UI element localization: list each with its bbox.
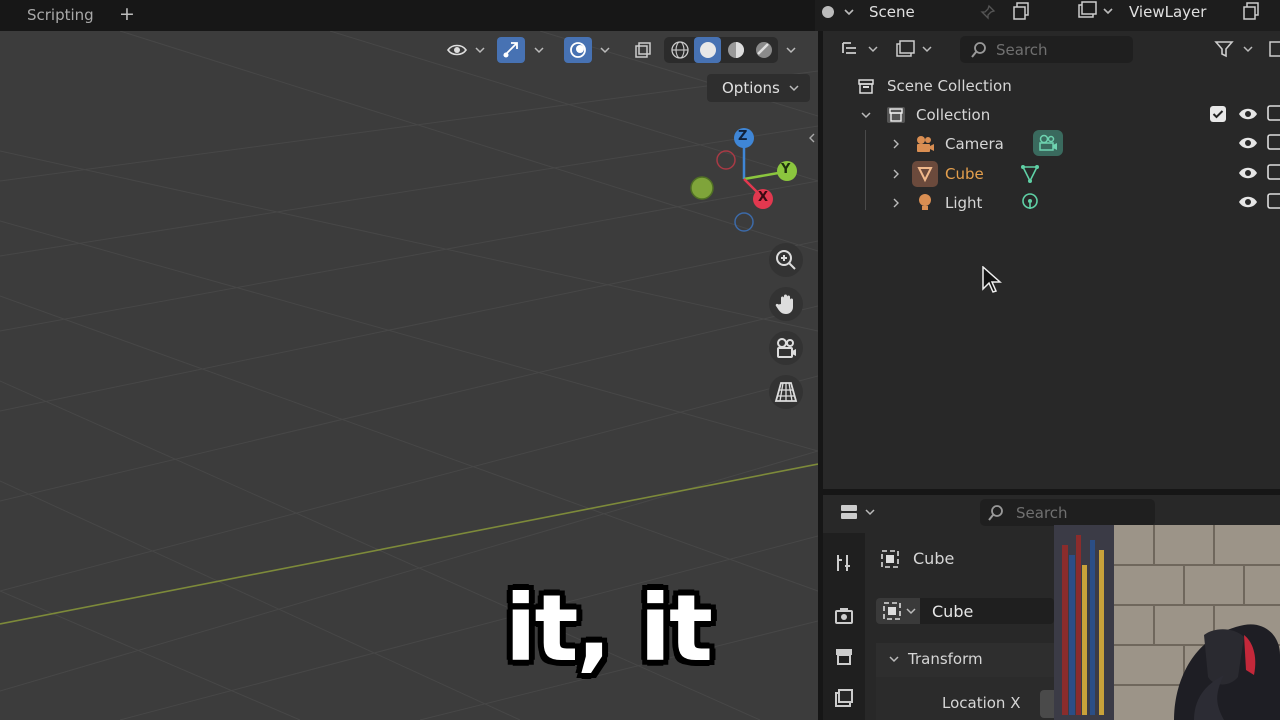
cube-expand-icon[interactable] <box>889 166 903 182</box>
properties-editor-type-icon[interactable] <box>836 499 880 525</box>
camera-view-icon[interactable] <box>769 331 803 365</box>
light-expand-icon[interactable] <box>889 195 903 211</box>
overlay-dropdown-icon[interactable] <box>596 40 614 60</box>
outliner-item-camera[interactable]: Camera <box>945 135 1004 153</box>
gizmo-y-label: Y <box>781 162 791 177</box>
light-icon <box>913 191 937 213</box>
render-tab-icon[interactable] <box>831 603 857 629</box>
camera-data-icon[interactable] <box>1033 130 1063 156</box>
properties-object-name: Cube <box>913 549 955 568</box>
scene-collection-label[interactable]: Scene Collection <box>887 77 1012 95</box>
zoom-icon[interactable] <box>769 243 803 277</box>
scene-selector-icon[interactable] <box>818 2 856 22</box>
view-layer-tab-icon[interactable] <box>831 685 857 711</box>
add-workspace-button[interactable]: + <box>119 3 135 25</box>
mesh-object-icon <box>912 161 938 187</box>
camera-visibility-eye-icon[interactable] <box>1237 133 1259 153</box>
gizmo-x-label: X <box>758 190 769 205</box>
scene-collection-icon <box>856 76 876 96</box>
properties-search-placeholder: Search <box>1016 503 1068 522</box>
overlay-toggle-icon[interactable] <box>564 37 592 63</box>
solid-shading-icon[interactable] <box>694 37 721 63</box>
collection-label[interactable]: Collection <box>916 106 990 124</box>
object-name-field[interactable]: Cube <box>920 598 1054 624</box>
shading-dropdown-icon[interactable] <box>782 40 800 60</box>
visibility-selector-icon[interactable] <box>445 38 487 62</box>
collection-visibility-eye-icon[interactable] <box>1237 104 1259 124</box>
cube-visibility-eye-icon[interactable] <box>1237 163 1259 183</box>
filter-icon[interactable] <box>1210 37 1258 61</box>
location-x-field[interactable] <box>1040 690 1054 718</box>
outliner-item-cube[interactable]: Cube <box>945 165 984 183</box>
new-collection-icon[interactable] <box>1267 38 1280 60</box>
new-view-layer-icon[interactable] <box>1238 0 1264 22</box>
navigation-gizmo[interactable]: Z Y X <box>684 124 804 236</box>
properties-search-icon <box>985 502 1007 524</box>
gizmo-z-label: Z <box>738 129 748 144</box>
render-toggle-column[interactable] <box>1266 104 1280 214</box>
pan-hand-icon[interactable] <box>769 287 803 321</box>
new-scene-icon[interactable] <box>1008 0 1034 22</box>
output-tab-icon[interactable] <box>831 644 857 670</box>
options-button[interactable]: Options <box>707 74 810 102</box>
collection-icon <box>884 105 908 125</box>
mouse-cursor-icon <box>982 265 1002 296</box>
editor-type-icon[interactable] <box>838 37 882 61</box>
gizmo-toggle-icon[interactable] <box>497 37 525 63</box>
webcam-overlay <box>1054 525 1280 720</box>
collection-expand-icon[interactable] <box>858 106 874 124</box>
transform-panel-title[interactable]: Transform <box>908 650 983 668</box>
display-mode-icon[interactable] <box>892 37 936 61</box>
material-shading-icon[interactable] <box>723 38 748 62</box>
light-visibility-eye-icon[interactable] <box>1237 192 1259 212</box>
light-data-icon[interactable] <box>1019 191 1041 213</box>
video-caption: it, it <box>505 575 713 682</box>
view-layer-icon[interactable] <box>1075 0 1115 22</box>
options-label: Options <box>722 79 780 97</box>
rendered-shading-icon[interactable] <box>751 38 776 62</box>
object-datablock-selector-icon[interactable] <box>876 598 920 624</box>
transform-expand-icon[interactable] <box>886 651 902 667</box>
chevron-down-icon <box>789 85 799 92</box>
camera-icon <box>913 133 937 155</box>
tool-tab-icon[interactable] <box>831 550 857 576</box>
object-name-value: Cube <box>932 601 974 621</box>
outliner-search-placeholder: Search <box>996 40 1048 59</box>
view-layer-name[interactable]: ViewLayer <box>1129 3 1206 21</box>
tree-line <box>865 130 866 210</box>
perspective-grid-icon[interactable] <box>769 375 803 409</box>
mesh-data-icon[interactable] <box>1019 163 1041 185</box>
pin-icon[interactable] <box>978 2 998 22</box>
location-x-label: Location X <box>942 694 1021 712</box>
wireframe-shading-icon[interactable] <box>667 38 692 62</box>
outliner-panel <box>823 31 1280 489</box>
camera-expand-icon[interactable] <box>889 136 903 152</box>
outliner-item-light[interactable]: Light <box>945 194 982 212</box>
scene-name[interactable]: Scene <box>869 3 915 21</box>
collection-exclude-checkbox[interactable] <box>1210 106 1226 122</box>
sidebar-toggle-icon[interactable] <box>805 130 819 146</box>
search-icon <box>968 39 990 61</box>
workspace-tab-scripting[interactable]: Scripting <box>27 6 94 24</box>
object-icon <box>878 547 902 571</box>
xray-toggle-icon[interactable] <box>630 38 656 62</box>
gizmo-dropdown-icon[interactable] <box>530 40 548 60</box>
